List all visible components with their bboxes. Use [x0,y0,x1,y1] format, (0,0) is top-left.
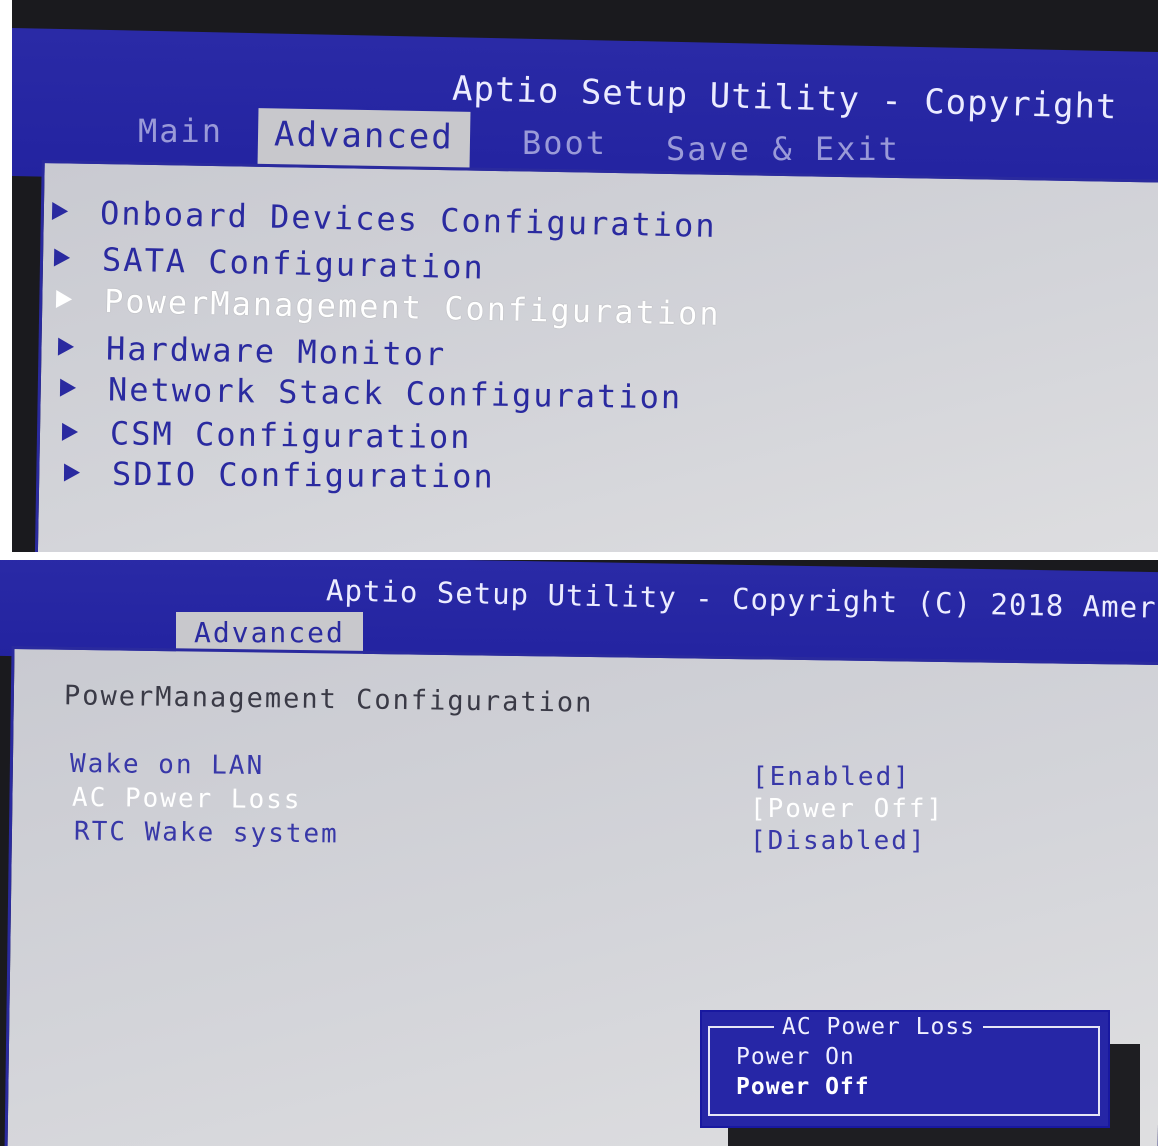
menu-item-label: Hardware Monitor [105,329,447,374]
menu-item-label: SATA Configuration [101,240,486,287]
right-triangle-icon [51,202,69,221]
right-triangle-icon [59,378,77,397]
popup-title: AC Power Loss [774,1014,984,1040]
menu-item-csm[interactable]: CSM Configuration [61,414,472,457]
right-triangle-icon [61,422,79,442]
setting-value-rtc-wake[interactable]: [Disabled] [750,826,927,856]
top-screenshot: Aptio Setup Utility - Copyright Main Adv… [0,0,1158,552]
tab-advanced[interactable]: Advanced [257,108,471,170]
bottom-screenshot: Aptio Setup Utility - Copyright (C) 2018… [0,560,1158,1146]
ac-power-loss-popup: AC Power Loss Power On Power Off [700,1010,1110,1128]
right-triangle-icon [57,337,75,356]
popup-option-power-on[interactable]: Power On [736,1044,855,1070]
menu-item-label: SDIO Configuration [111,454,495,496]
menu-item-hardware-monitor[interactable]: Hardware Monitor [57,329,447,374]
setting-value-ac-power-loss[interactable]: [Power Off] [750,794,944,824]
setting-label-wake-on-lan[interactable]: Wake on LAN [70,749,264,781]
setting-value-wake-on-lan[interactable]: [Enabled] [752,762,911,792]
tab-main[interactable]: Main [130,112,231,150]
right-triangle-icon [53,248,71,267]
right-triangle-icon [63,463,81,482]
menu-item-label: Network Stack Configuration [107,370,683,417]
setting-label-rtc-wake[interactable]: RTC Wake system [74,817,339,850]
right-triangle-icon [55,290,73,309]
setting-label-ac-power-loss[interactable]: AC Power Loss [72,783,302,815]
menu-item-sdio[interactable]: SDIO Configuration [63,454,495,496]
tab-boot[interactable]: Boot [522,124,607,162]
top-bios-screen: Aptio Setup Utility - Copyright Main Adv… [12,0,1158,552]
bottom-bios-screen: Aptio Setup Utility - Copyright (C) 2018… [0,560,1158,1146]
popup-option-power-off[interactable]: Power Off [736,1074,870,1100]
tab-save-exit[interactable]: Save & Exit [666,130,900,168]
menu-item-label: CSM Configuration [109,414,472,457]
